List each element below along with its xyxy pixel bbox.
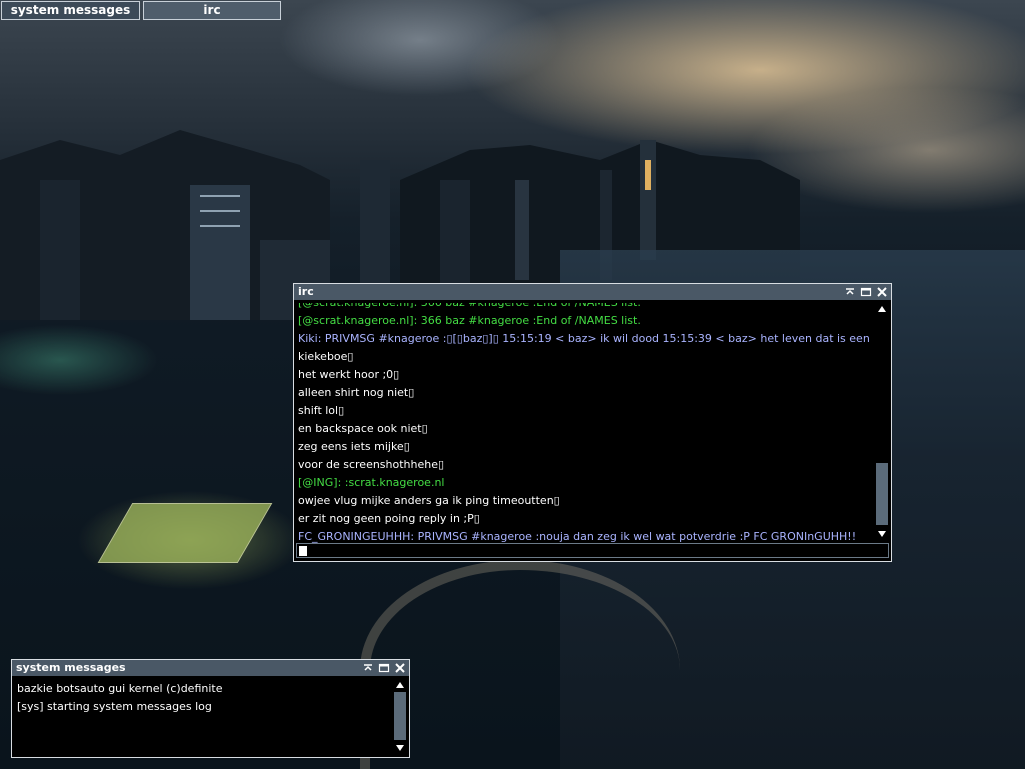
message-line: voor de screenshothhehe▯ bbox=[298, 458, 445, 471]
scroll-thumb[interactable] bbox=[394, 692, 406, 740]
shade-icon[interactable] bbox=[361, 661, 375, 675]
irc-window-titlebar[interactable]: irc bbox=[294, 284, 891, 300]
shade-icon[interactable] bbox=[843, 285, 857, 299]
irc-scrollbar[interactable] bbox=[875, 303, 889, 541]
taskbar-button-system-messages[interactable]: system messages bbox=[1, 1, 140, 20]
arrow-down-icon[interactable] bbox=[876, 529, 888, 539]
message-line: zeg eens iets mijke▯ bbox=[298, 440, 410, 453]
system-messages-window: system messages bazkie botsauto gui kern… bbox=[11, 659, 410, 758]
maximize-icon[interactable] bbox=[377, 661, 391, 675]
message-line: bazkie botsauto gui kernel (c)definite bbox=[17, 682, 223, 695]
window-title: system messages bbox=[16, 661, 126, 674]
message-line: alleen shirt nog niet▯ bbox=[298, 386, 415, 399]
arrow-up-icon[interactable] bbox=[394, 680, 406, 690]
message-line: het werkt hoor ;0▯ bbox=[298, 368, 400, 381]
taskbar-button-label: system messages bbox=[10, 3, 131, 17]
sports-field bbox=[97, 503, 273, 563]
close-icon[interactable] bbox=[393, 661, 407, 675]
message-line: en backspace ook niet▯ bbox=[298, 422, 428, 435]
text-cursor bbox=[299, 546, 307, 556]
message-line: shift lol▯ bbox=[298, 404, 345, 417]
message-line: [@ING]: :scrat.knageroe.nl bbox=[298, 476, 445, 489]
message-line: owjee vlug mijke anders ga ik ping timeo… bbox=[298, 494, 560, 507]
irc-window: irc [@scrat.knageroe.nl]: 366 baz #knage… bbox=[293, 283, 892, 562]
message-line: [sys] starting system messages log bbox=[17, 700, 212, 713]
message-line: kiekeboe▯ bbox=[298, 350, 354, 363]
arrow-up-icon[interactable] bbox=[876, 304, 888, 314]
system-message-log: bazkie botsauto gui kernel (c)definite [… bbox=[17, 680, 387, 752]
taskbar-button-label: irc bbox=[203, 3, 221, 17]
irc-input-field[interactable] bbox=[296, 543, 889, 558]
system-messages-scrollbar[interactable] bbox=[393, 679, 407, 755]
taskbar-button-irc[interactable]: irc bbox=[143, 1, 281, 20]
scroll-thumb[interactable] bbox=[876, 463, 888, 525]
arrow-down-icon[interactable] bbox=[394, 743, 406, 753]
message-line: Kiki: PRIVMSG #knageroe :▯[▯baz▯]▯ 15:15… bbox=[298, 332, 872, 345]
close-icon[interactable] bbox=[875, 285, 889, 299]
window-title: irc bbox=[298, 285, 314, 298]
message-line: [@scrat.knageroe.nl]: 366 baz #knageroe … bbox=[298, 314, 641, 327]
message-line: FC_GRONINGEUHHH: PRIVMSG #knageroe :nouj… bbox=[298, 530, 857, 543]
message-line: er zit nog geen poing reply in ;P▯ bbox=[298, 512, 480, 525]
maximize-icon[interactable] bbox=[859, 285, 873, 299]
message-line: [@scrat.knageroe.nl]: 366 baz #knageroe … bbox=[298, 303, 872, 312]
taskbar: system messages irc bbox=[0, 0, 1025, 22]
system-messages-titlebar[interactable]: system messages bbox=[12, 660, 409, 676]
irc-message-log: [@scrat.knageroe.nl]: 366 baz #knageroe … bbox=[298, 303, 872, 543]
